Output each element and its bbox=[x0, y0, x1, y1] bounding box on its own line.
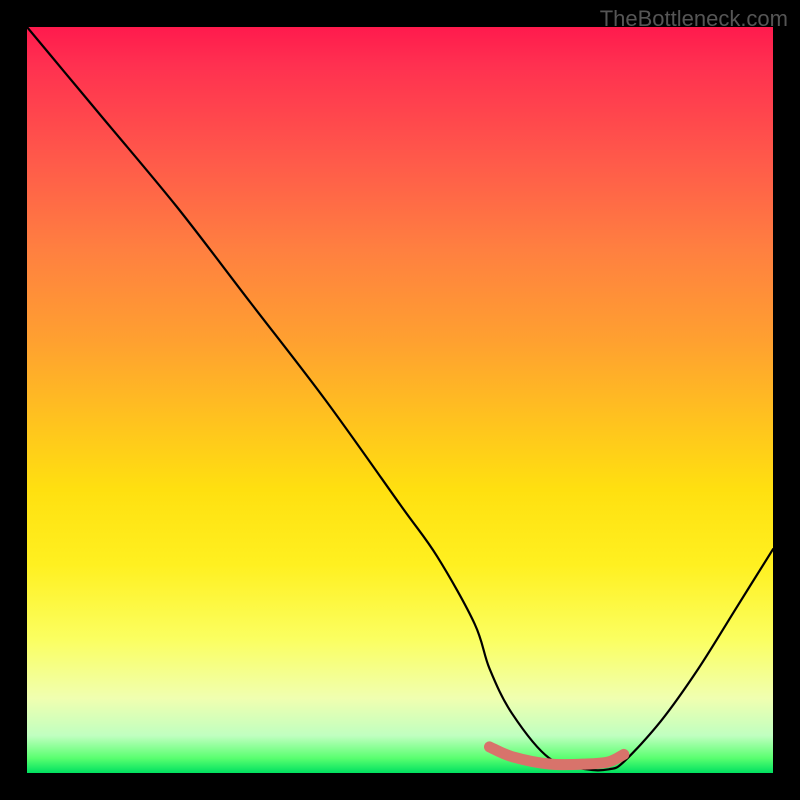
optimal-zone-highlight bbox=[490, 747, 624, 765]
watermark-text: TheBottleneck.com bbox=[600, 6, 788, 32]
chart-plot-area bbox=[27, 27, 773, 773]
bottleneck-curve-line bbox=[27, 27, 773, 770]
chart-svg bbox=[27, 27, 773, 773]
